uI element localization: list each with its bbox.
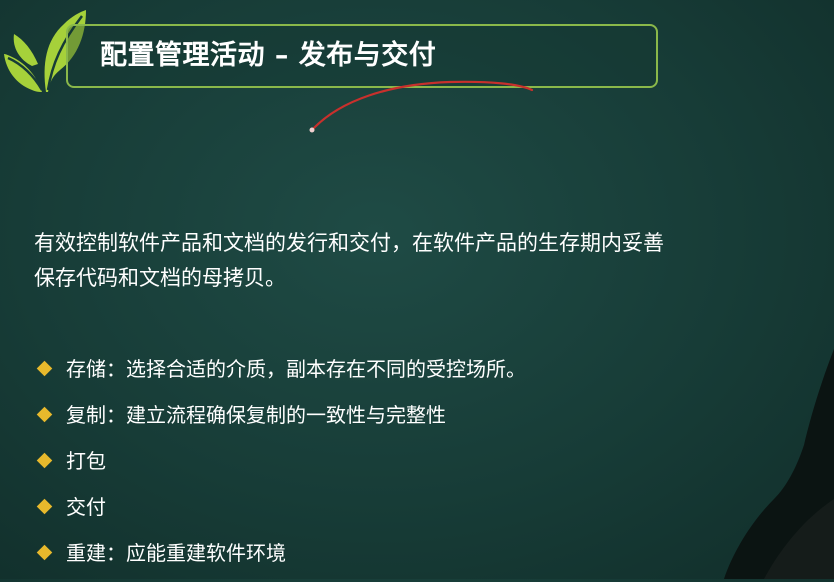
bullet-list: 存储：选择合适的介质，副本存在不同的受控场所。 复制：建立流程确保复制的一致性与… <box>36 352 756 582</box>
diamond-bullet-icon <box>36 498 53 515</box>
bullet-text: 重建：应能重建软件环境 <box>66 541 286 565</box>
diamond-bullet-icon <box>36 406 53 423</box>
diamond-bullet-icon <box>36 360 53 377</box>
diamond-bullet-icon <box>36 452 53 469</box>
presenter-silhouette <box>724 349 834 579</box>
bullet-item: 存储：选择合适的介质，副本存在不同的受控场所。 <box>36 352 756 398</box>
bullet-text: 交付 <box>66 495 106 519</box>
bullet-item: 交付 <box>36 490 756 536</box>
bullet-text: 存储：选择合适的介质，副本存在不同的受控场所。 <box>66 357 526 381</box>
slide: 配置管理活动 – 发布与交付 有效控制软件产品和文档的发行和交付，在软件产品的生… <box>0 0 834 579</box>
diamond-bullet-icon <box>36 544 53 561</box>
bullet-item: 重建：应能重建软件环境 <box>36 536 756 582</box>
bullet-text: 复制：建立流程确保复制的一致性与完整性 <box>66 403 446 427</box>
intro-line: 有效控制软件产品和文档的发行和交付，在软件产品的生存期内妥善 <box>34 231 664 255</box>
intro-paragraph: 有效控制软件产品和文档的发行和交付，在软件产品的生存期内妥善 保存代码和文档的母… <box>34 226 834 296</box>
bullet-item: 复制：建立流程确保复制的一致性与完整性 <box>36 398 756 444</box>
pen-annotation-stroke <box>309 80 534 133</box>
intro-line: 保存代码和文档的母拷贝。 <box>34 266 286 290</box>
bullet-text: 打包 <box>66 449 106 473</box>
bullet-item: 打包 <box>36 444 756 490</box>
